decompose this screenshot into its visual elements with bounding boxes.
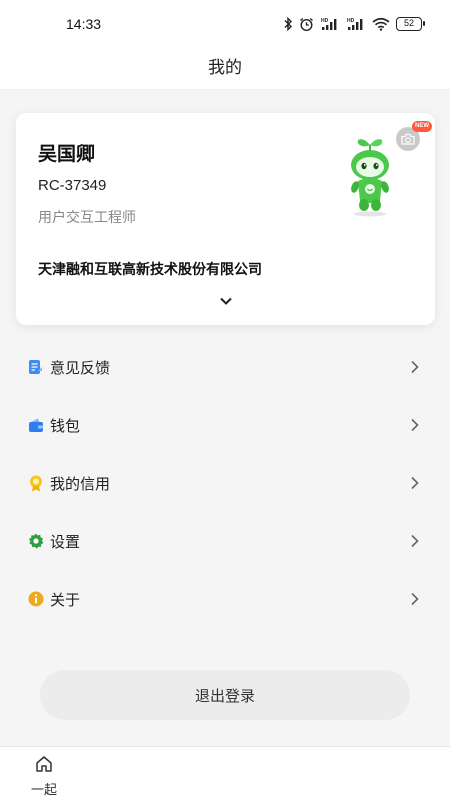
menu-item-label: 关于 <box>50 590 81 609</box>
credit-icon <box>27 475 44 492</box>
gear-icon <box>27 533 44 550</box>
battery-icon: 52 <box>396 17 425 31</box>
battery-level: 52 <box>403 18 414 28</box>
menu-item-label: 设置 <box>50 532 81 551</box>
profile-id: RC-37349 <box>38 177 107 194</box>
menu-item-wallet[interactable]: 钱包 <box>0 396 450 454</box>
nav-bar: 我的 <box>0 48 450 90</box>
feedback-icon <box>27 359 44 376</box>
profile-job-title: 用户交互工程师 <box>38 210 136 226</box>
tab-home[interactable]: 一起 <box>22 755 66 799</box>
avatar[interactable] <box>342 131 398 217</box>
signal-hd-icon: HD <box>321 18 337 30</box>
new-badge: NEW <box>412 121 432 132</box>
alarm-icon <box>300 17 313 31</box>
profile-name: 吴国卿 <box>38 143 96 165</box>
home-icon <box>36 756 52 772</box>
menu-item-label: 钱包 <box>50 416 81 435</box>
menu-item-feedback[interactable]: 意见反馈 <box>0 338 450 396</box>
chevron-right-icon <box>411 534 419 548</box>
profile-company: 天津融和互联高新技术股份有限公司 <box>38 262 262 278</box>
info-icon <box>27 591 44 608</box>
status-time: 14:33 <box>66 16 102 32</box>
menu-list: 意见反馈 钱包 我的信用 设置 关于 <box>0 338 450 628</box>
wallet-icon <box>27 417 44 434</box>
tab-bar: 一起 <box>0 746 450 800</box>
profile-card[interactable]: 吴国卿 RC-37349 用户交互工程师 天津融和互联高新技术股份有限公司 NE… <box>16 113 435 325</box>
chevron-right-icon <box>411 418 419 432</box>
signal-hd-icon: HD <box>347 18 363 30</box>
camera-icon <box>401 133 415 145</box>
menu-item-about[interactable]: 关于 <box>0 570 450 628</box>
chevron-right-icon <box>411 476 419 490</box>
page-title: 我的 <box>208 58 242 78</box>
menu-item-label: 意见反馈 <box>50 358 111 377</box>
menu-item-credit[interactable]: 我的信用 <box>0 454 450 512</box>
menu-item-label: 我的信用 <box>50 474 111 493</box>
svg-text:HD: HD <box>321 18 329 24</box>
chevron-right-icon <box>411 360 419 374</box>
tab-label: 一起 <box>30 783 57 798</box>
svg-text:HD: HD <box>347 18 355 24</box>
chevron-right-icon <box>411 592 419 606</box>
wifi-icon <box>372 17 390 31</box>
bluetooth-icon <box>284 17 292 31</box>
menu-item-settings[interactable]: 设置 <box>0 512 450 570</box>
status-bar: 14:33 HD HD 52 <box>0 0 450 48</box>
logout-button[interactable]: 退出登录 <box>40 670 410 720</box>
chevron-down-icon[interactable] <box>218 293 234 309</box>
status-icons: HD HD 52 <box>283 17 425 32</box>
